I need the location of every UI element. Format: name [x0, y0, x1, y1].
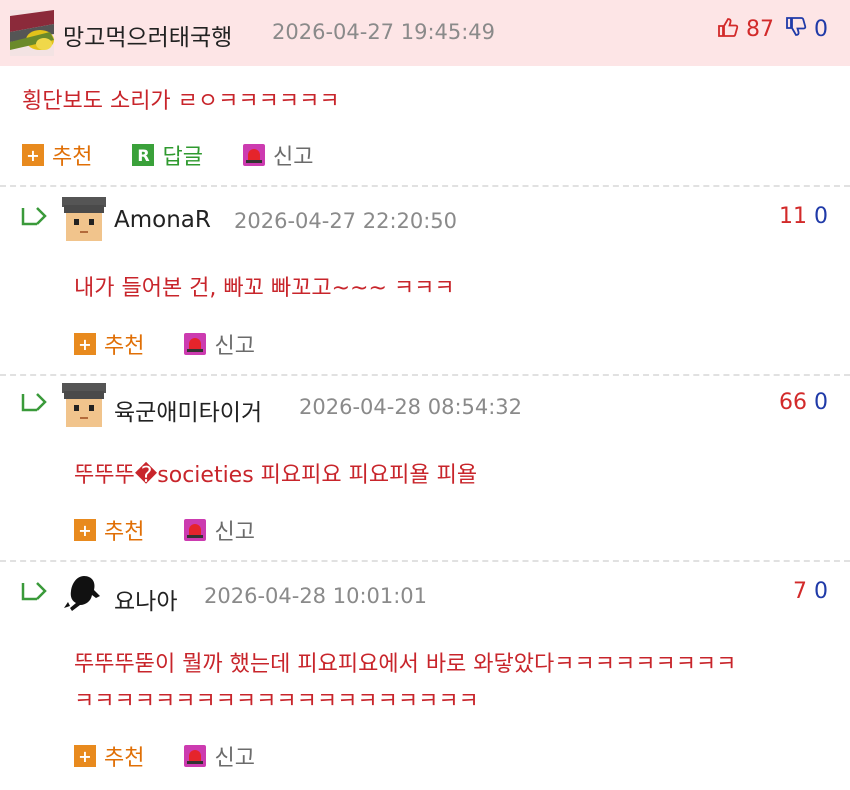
reply-votes: 11 0	[779, 204, 828, 229]
reply-date: 2026-04-28 08:54:32	[299, 395, 523, 419]
reply-label: 답글	[162, 145, 203, 170]
mango-avatar-icon[interactable]	[10, 10, 54, 56]
siren-icon	[242, 144, 265, 166]
siren-icon	[184, 519, 207, 541]
reply-up-count: 11	[779, 204, 807, 229]
reply-comment: 육군애미타이거 2026-04-28 08:54:32 66 0 뚜뚜뚜�soc…	[0, 377, 850, 559]
main-up-count: 87	[746, 17, 774, 42]
silhouette-avatar-icon[interactable]	[62, 572, 106, 618]
reply-actions: + 추천 신고	[74, 514, 295, 546]
report-label: 신고	[214, 334, 255, 359]
pixel-face-avatar-icon[interactable]	[62, 383, 106, 429]
reply-comment: 요나아 2026-04-28 10:01:01 7 0 뚜뚜뚜뚣이 뭘까 했는데…	[0, 563, 850, 790]
reply-actions: + 추천 신고	[74, 740, 295, 772]
recommend-label: 추천	[104, 520, 145, 545]
report-label: 신고	[214, 746, 255, 771]
reply-arrow-icon	[21, 207, 47, 226]
plus-icon: +	[22, 144, 44, 166]
report-button[interactable]: 신고	[242, 139, 314, 171]
reply-nickname[interactable]: 육군애미타이거	[114, 393, 262, 427]
main-comment: 망고먹으러태국행 2026-04-27 19:45:49 87 0 횡단보도 소…	[0, 0, 850, 170]
siren-icon	[184, 745, 207, 767]
reply-down-count: 0	[814, 390, 828, 415]
recommend-button[interactable]: + 추천	[74, 740, 144, 772]
reply-comment: AmonaR 2026-04-27 22:20:50 11 0 내가 들어본 건…	[0, 188, 850, 376]
plus-icon: +	[74, 745, 96, 767]
reply-button[interactable]: R 답글	[132, 139, 203, 171]
reply-arrow-icon	[21, 393, 47, 412]
thumb-down-icon[interactable]	[785, 16, 807, 44]
reply-up-count: 66	[779, 390, 807, 415]
recommend-button[interactable]: + 추천	[22, 139, 92, 171]
report-button[interactable]: 신고	[184, 328, 255, 360]
main-date: 2026-04-27 19:45:49	[272, 20, 496, 44]
divider	[0, 374, 850, 376]
thumb-up-icon[interactable]	[717, 16, 739, 44]
reply-r-icon: R	[132, 144, 155, 166]
reply-text-line: ㅋㅋㅋㅋㅋㅋㅋㅋㅋㅋㅋㅋㅋㅋㅋㅋㅋㅋㅋㅋ	[74, 689, 479, 714]
reply-date: 2026-04-28 10:01:01	[204, 584, 428, 608]
main-comment-header: 망고먹으러태국행 2026-04-27 19:45:49 87 0	[0, 0, 850, 66]
report-button[interactable]: 신고	[184, 740, 255, 772]
divider	[0, 185, 850, 187]
reply-actions: + 추천 신고	[74, 328, 295, 360]
pixel-face-avatar-icon[interactable]	[62, 197, 106, 243]
reply-nickname[interactable]: AmonaR	[114, 207, 211, 233]
reply-date: 2026-04-27 22:20:50	[234, 209, 458, 233]
reply-text-line: 내가 들어본 건, 빠꼬 빠꼬고~~~ ㅋㅋㅋ	[74, 276, 455, 301]
reply-votes: 66 0	[779, 390, 828, 415]
divider	[0, 560, 850, 562]
report-label: 신고	[272, 145, 314, 170]
recommend-label: 추천	[104, 334, 145, 359]
main-nickname[interactable]: 망고먹으러태국행	[63, 18, 232, 52]
reply-down-count: 0	[814, 579, 828, 604]
main-actions: + 추천 R 답글 신고	[22, 139, 353, 171]
main-votes: 87 0	[717, 16, 828, 44]
reply-text-line: 뚜뚜뚜�societies 피요피요 피요피욜 피욜	[74, 463, 478, 488]
main-comment-text: 횡단보도 소리가 ㄹㅇㅋㅋㅋㅋㅋㅋ	[22, 89, 340, 114]
report-label: 신고	[214, 520, 255, 545]
reply-votes: 7 0	[793, 579, 828, 604]
reply-arrow-icon	[21, 582, 47, 601]
reply-text-line: 뚜뚜뚜뚣이 뭘까 했는데 피요피요에서 바로 와닿았다ㅋㅋㅋㅋㅋㅋㅋㅋㅋ	[74, 652, 737, 677]
recommend-label: 추천	[52, 145, 93, 170]
plus-icon: +	[74, 519, 96, 541]
reply-nickname[interactable]: 요나아	[114, 582, 177, 616]
recommend-button[interactable]: + 추천	[74, 514, 144, 546]
recommend-button[interactable]: + 추천	[74, 328, 144, 360]
reply-up-count: 7	[793, 579, 807, 604]
siren-icon	[184, 333, 207, 355]
main-down-count: 0	[814, 17, 828, 42]
plus-icon: +	[74, 333, 96, 355]
reply-down-count: 0	[814, 204, 828, 229]
report-button[interactable]: 신고	[184, 514, 255, 546]
recommend-label: 추천	[104, 746, 145, 771]
